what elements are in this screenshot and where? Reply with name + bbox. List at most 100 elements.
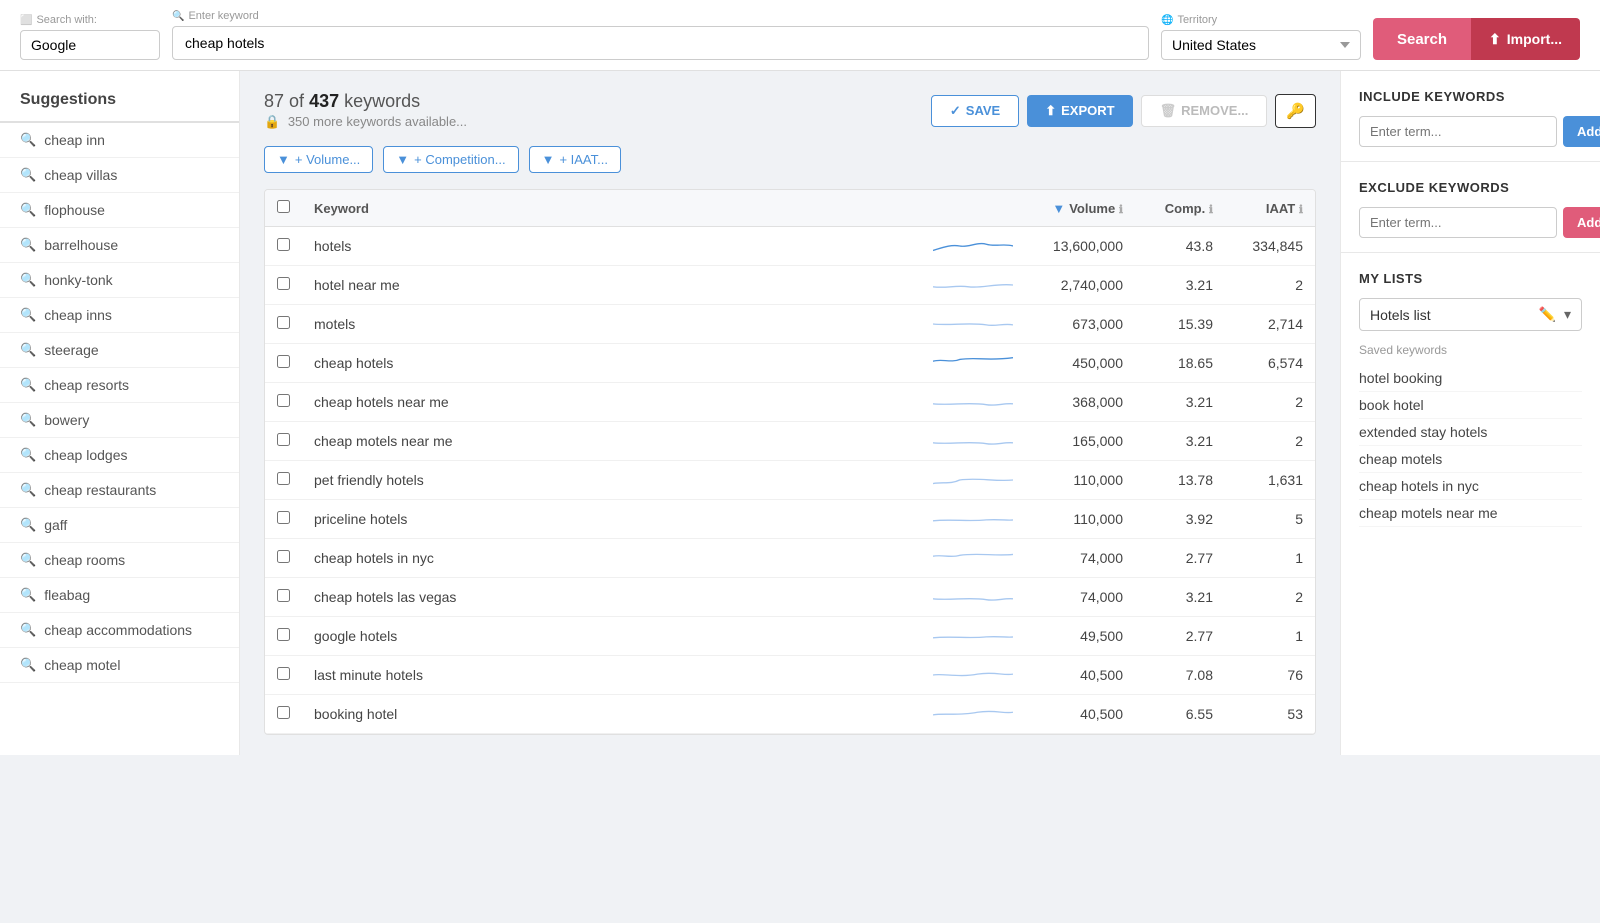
row-checkbox[interactable] [277,277,290,290]
iaat-info-icon[interactable]: ℹ [1299,204,1303,216]
table-row: cheap hotels 450,000 18.65 6,574 [265,344,1315,383]
table-row: booking hotel 40,500 6.55 53 [265,695,1315,734]
row-checkbox[interactable] [277,394,290,407]
suggestion-label: cheap accommodations [44,622,192,638]
suggestion-label: cheap motel [44,657,120,673]
suggestion-item[interactable]: 🔍bowery [0,403,239,438]
row-checkbox[interactable] [277,589,290,602]
table-row: motels 673,000 15.39 2,714 [265,305,1315,344]
row-checkbox-cell[interactable] [265,578,302,617]
search-engine-select[interactable]: Google Bing [20,30,160,60]
filter-volume-btn[interactable]: ▼ + Volume... [264,146,373,173]
suggestion-item[interactable]: 🔍cheap inn [0,123,239,158]
row-checkbox[interactable] [277,433,290,446]
export-button[interactable]: ⬆ EXPORT [1027,95,1132,127]
row-checkbox-cell[interactable] [265,461,302,500]
row-checkbox[interactable] [277,628,290,641]
table-row: cheap hotels las vegas 74,000 3.21 2 [265,578,1315,617]
import-button[interactable]: ⬆ Import... [1471,18,1580,60]
suggestion-item[interactable]: 🔍cheap villas [0,158,239,193]
suggestion-item[interactable]: 🔍barrelhouse [0,228,239,263]
row-checkbox[interactable] [277,706,290,719]
keyword-input[interactable] [172,26,1149,60]
sparkline [933,236,1013,256]
keyword-cell: cheap hotels near me [302,383,921,422]
row-checkbox[interactable] [277,550,290,563]
trend-cell [921,617,1025,656]
suggestion-item[interactable]: 🔍honky-tonk [0,263,239,298]
suggestion-search-icon: 🔍 [20,202,36,218]
globe-icon: 🌐 [1161,15,1173,26]
sparkline [933,314,1013,334]
include-keywords-title: INCLUDE KEYWORDS [1359,89,1582,104]
iaat-cell: 2 [1225,383,1315,422]
filter-iaat-btn[interactable]: ▼ + IAAT... [529,146,621,173]
row-checkbox-cell[interactable] [265,500,302,539]
suggestion-item[interactable]: 🔍flophouse [0,193,239,228]
row-checkbox-cell[interactable] [265,695,302,734]
row-checkbox-cell[interactable] [265,422,302,461]
row-checkbox[interactable] [277,238,290,251]
sparkline [933,587,1013,607]
comp-info-icon[interactable]: ℹ [1209,204,1213,216]
suggestion-item[interactable]: 🔍cheap resorts [0,368,239,403]
suggestion-item[interactable]: 🔍cheap lodges [0,438,239,473]
filter-competition-btn[interactable]: ▼ + Competition... [383,146,518,173]
trend-cell [921,578,1025,617]
row-checkbox[interactable] [277,667,290,680]
suggestion-label: steerage [44,342,98,358]
edit-icon[interactable]: ✏️ [1539,306,1556,323]
sort-arrow-icon: ▼ [1052,201,1065,216]
lock-icon: 🔒 [264,114,280,129]
saved-keyword-item: cheap motels [1359,446,1582,473]
row-checkbox-cell[interactable] [265,539,302,578]
suggestion-item[interactable]: 🔍cheap motel [0,648,239,683]
keyword-cell: hotel near me [302,266,921,305]
row-checkbox-cell[interactable] [265,383,302,422]
row-checkbox-cell[interactable] [265,617,302,656]
row-checkbox-cell[interactable] [265,305,302,344]
row-checkbox[interactable] [277,316,290,329]
keyword-group: 🔍 Enter keyword [172,10,1149,60]
suggestion-item[interactable]: 🔍cheap restaurants [0,473,239,508]
include-input-row: Add [1359,116,1582,147]
volume-header[interactable]: ▼Volume ℹ [1025,190,1135,227]
select-all-checkbox[interactable] [277,200,290,213]
keyword-cell: hotels [302,227,921,266]
include-add-button[interactable]: Add [1563,116,1600,147]
toolbar-buttons: ✓ SAVE ⬆ EXPORT 🗑 REMOVE... 🔑 [931,94,1316,128]
suggestion-item[interactable]: 🔍cheap accommodations [0,613,239,648]
suggestion-search-icon: 🔍 [20,447,36,463]
chevron-down-icon[interactable]: ▾ [1564,306,1571,323]
select-all-col[interactable] [265,190,302,227]
exclude-term-input[interactable] [1359,207,1557,238]
suggestion-label: cheap inn [44,132,105,148]
suggestion-item[interactable]: 🔍cheap rooms [0,543,239,578]
exclude-add-button[interactable]: Add [1563,207,1600,238]
sparkline [933,548,1013,568]
volume-info-icon[interactable]: ℹ [1119,204,1123,216]
row-checkbox[interactable] [277,472,290,485]
lists-dropdown[interactable]: Hotels list ✏️ ▾ [1359,298,1582,331]
row-checkbox-cell[interactable] [265,227,302,266]
include-term-input[interactable] [1359,116,1557,147]
trend-cell [921,656,1025,695]
iaat-cell: 334,845 [1225,227,1315,266]
sparkline [933,470,1013,490]
row-checkbox[interactable] [277,355,290,368]
key-button[interactable]: 🔑 [1275,94,1316,128]
row-checkbox-cell[interactable] [265,344,302,383]
row-checkbox-cell[interactable] [265,266,302,305]
suggestion-item[interactable]: 🔍steerage [0,333,239,368]
suggestion-item[interactable]: 🔍cheap inns [0,298,239,333]
save-button[interactable]: ✓ SAVE [931,95,1019,127]
sparkline [933,665,1013,685]
row-checkbox[interactable] [277,511,290,524]
suggestion-item[interactable]: 🔍fleabag [0,578,239,613]
keyword-cell: cheap hotels in nyc [302,539,921,578]
search-button[interactable]: Search [1373,18,1471,60]
row-checkbox-cell[interactable] [265,656,302,695]
suggestion-item[interactable]: 🔍gaff [0,508,239,543]
remove-button[interactable]: 🗑 REMOVE... [1141,95,1268,127]
territory-select[interactable]: United States United Kingdom Canada [1161,30,1361,60]
